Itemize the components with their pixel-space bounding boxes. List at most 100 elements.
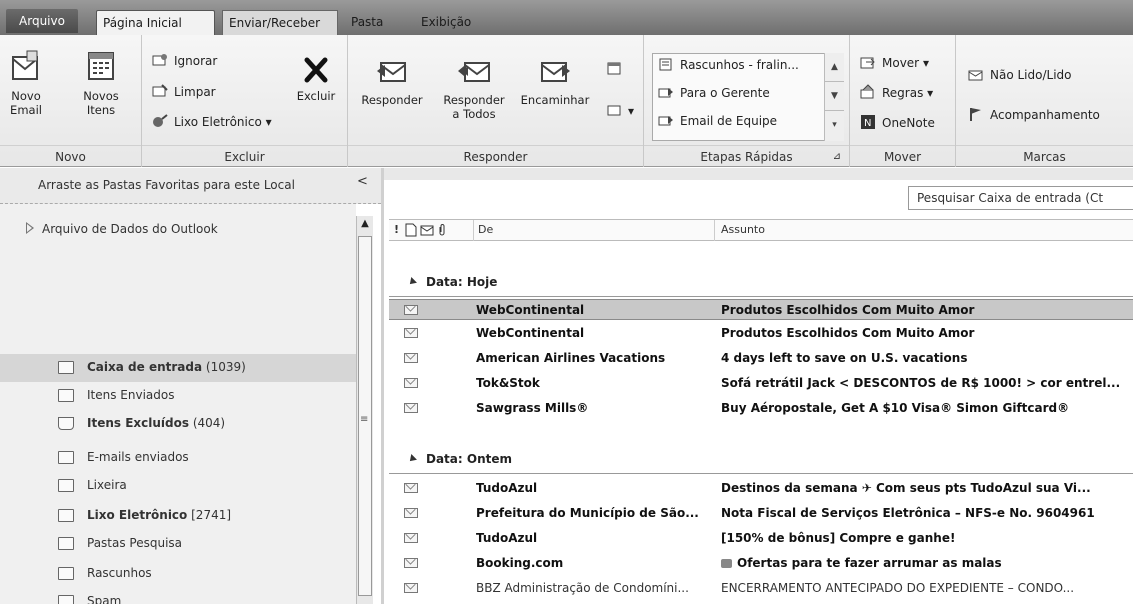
search-input[interactable]: Pesquisar Caixa de entrada (Ct xyxy=(908,186,1133,210)
folder-inbox-count: (1039) xyxy=(205,360,246,374)
message-row[interactable]: Tok&Stok Sofá retrátil Jack < DESCONTOS … xyxy=(389,373,1133,394)
quick-step-team-email[interactable]: Email de Equipe xyxy=(658,111,777,131)
quick-steps-scroll[interactable]: ▲ ▼ ▾ xyxy=(824,53,844,141)
group-divider xyxy=(389,296,1133,297)
junk-button[interactable]: Lixo Eletrônico ▾ xyxy=(152,112,272,132)
folder-deleted-items-label: Itens Excluídos (404) xyxy=(87,416,225,430)
more-respond-button[interactable]: ▾ xyxy=(606,101,634,121)
folder-inbox[interactable]: Caixa de entrada (1039) xyxy=(0,354,356,382)
from-column[interactable]: De xyxy=(478,223,493,236)
column-separator[interactable] xyxy=(714,220,715,241)
reply-all-label-1: Responder xyxy=(443,93,505,107)
folder-deleted-items-name: Itens Excluídos xyxy=(87,416,189,430)
group-title-today: Data: Hoje xyxy=(426,275,498,289)
quick-step-drafts[interactable]: Rascunhos - fralin... xyxy=(658,55,799,75)
folder-emails-sent[interactable]: E-mails enviados xyxy=(0,444,356,472)
collapse-group-icon[interactable] xyxy=(407,277,417,287)
folder-junk[interactable]: Lixo Eletrônico [2741] xyxy=(0,502,356,530)
quick-step-team-email-label: Email de Equipe xyxy=(680,114,778,128)
quick-steps-down-icon[interactable]: ▼ xyxy=(825,82,844,111)
followup-button[interactable]: Acompanhamento xyxy=(968,105,1100,125)
folder-spam[interactable]: Spam xyxy=(0,588,356,604)
subject-column[interactable]: Assunto xyxy=(721,223,765,236)
envelope-icon[interactable] xyxy=(420,223,434,237)
folder-trash[interactable]: Lixeira xyxy=(0,472,356,500)
rules-button[interactable]: Regras ▾ xyxy=(860,83,933,103)
reply-all-button[interactable]: Responder a Todos xyxy=(436,53,512,121)
clean-icon xyxy=(152,84,168,97)
folder-drafts[interactable]: Rascunhos xyxy=(0,560,356,588)
message-row[interactable]: Prefeitura do Município de São... Nota F… xyxy=(389,503,1133,524)
folder-icon xyxy=(58,595,74,604)
tab-arquivo[interactable]: Arquivo xyxy=(6,9,78,33)
expand-triangle-icon[interactable] xyxy=(26,222,34,234)
document-icon[interactable] xyxy=(405,223,417,237)
unread-read-button[interactable]: Não Lido/Lido xyxy=(968,65,1072,85)
favorites-bar[interactable]: Arraste as Pastas Favoritas para este Lo… xyxy=(0,168,381,204)
data-file-root[interactable]: Arquivo de Dados do Outlook xyxy=(26,222,218,236)
envelope-icon xyxy=(404,558,418,568)
tab-pasta[interactable]: Pasta xyxy=(345,10,389,35)
scroll-up-icon[interactable]: ▲ xyxy=(357,216,373,232)
new-items-button[interactable]: Novos Itens xyxy=(76,49,126,117)
message-row[interactable]: WebContinental Produtos Escolhidos Com M… xyxy=(389,299,1133,320)
group-label-marcas: Marcas xyxy=(956,145,1133,167)
quick-steps-up-icon[interactable]: ▲ xyxy=(825,53,844,82)
move-button[interactable]: Mover ▾ xyxy=(860,53,929,73)
folder-deleted-items[interactable]: Itens Excluídos (404) xyxy=(0,410,356,438)
envelope-icon xyxy=(404,403,418,413)
group-divider xyxy=(389,473,1133,474)
folder-search-folders[interactable]: Pastas Pesquisa xyxy=(0,530,356,558)
group-header-yesterday[interactable]: Data: Ontem xyxy=(407,452,512,466)
svg-text:N: N xyxy=(864,118,871,129)
delete-button[interactable]: Excluir xyxy=(290,55,342,103)
dialog-launcher-icon[interactable]: ⊿ xyxy=(833,146,841,168)
rules-icon xyxy=(860,84,874,99)
tab-pagina-inicial[interactable]: Página Inicial xyxy=(96,10,215,35)
reply-button[interactable]: Responder xyxy=(354,53,430,107)
folder-pane-scrollbar[interactable]: ▲ ≡ xyxy=(356,216,373,604)
message-row[interactable]: BBZ Administração de Condomíni... ENCERR… xyxy=(389,578,1133,599)
message-row[interactable]: WebContinental Produtos Escolhidos Com M… xyxy=(389,323,1133,344)
navigation-pane: Arraste as Pastas Favoritas para este Lo… xyxy=(0,168,381,604)
collapse-pane-icon[interactable]: < xyxy=(357,174,368,189)
importance-column[interactable]: ! xyxy=(394,223,399,236)
message-from: TudoAzul xyxy=(476,531,538,545)
group-title-yesterday: Data: Ontem xyxy=(426,452,512,466)
folder-sent-items[interactable]: Itens Enviados xyxy=(0,382,356,410)
envelope-icon xyxy=(404,483,418,493)
folder-tree: Arquivo de Dados do Outlook Caixa de ent… xyxy=(0,204,356,604)
quick-steps-more-icon[interactable]: ▾ xyxy=(825,111,844,140)
group-label-etapas-rapidas: Etapas Rápidas ⊿ xyxy=(644,145,849,167)
collapse-group-icon[interactable] xyxy=(407,454,417,464)
suitcase-icon xyxy=(721,559,732,568)
new-email-label-1: Novo xyxy=(11,89,41,103)
tab-enviar-receber[interactable]: Enviar/Receber xyxy=(222,10,338,35)
delete-x-icon xyxy=(304,57,328,83)
quick-step-to-manager[interactable]: Para o Gerente xyxy=(658,83,770,103)
folder-icon xyxy=(58,451,74,464)
column-header: ! De Assunto xyxy=(389,219,1133,241)
message-row[interactable]: American Airlines Vacations 4 days left … xyxy=(389,348,1133,369)
new-email-button[interactable]: Novo Email xyxy=(4,49,48,117)
message-subject: Sofá retrátil Jack < DESCONTOS de R$ 100… xyxy=(721,376,1121,390)
attachment-icon[interactable] xyxy=(437,223,447,237)
message-row[interactable]: Booking.com Ofertas para te fazer arruma… xyxy=(389,553,1133,574)
column-separator[interactable] xyxy=(473,220,474,241)
scroll-grip-icon: ≡ xyxy=(360,414,369,425)
message-subject: [150% de bônus] Compre e ganhe! xyxy=(721,531,956,545)
message-row[interactable]: Sawgrass Mills® Buy Aéropostale, Get A $… xyxy=(389,398,1133,419)
message-row[interactable]: TudoAzul [150% de bônus] Compre e ganhe! xyxy=(389,528,1133,549)
group-header-today[interactable]: Data: Hoje xyxy=(407,275,498,289)
folder-trash-name: Lixeira xyxy=(87,478,127,492)
folder-search-folders-label: Pastas Pesquisa xyxy=(87,536,182,550)
message-row[interactable]: TudoAzul Destinos da semana ✈ Com seus p… xyxy=(389,478,1133,499)
forward-button[interactable]: Encaminhar xyxy=(516,53,594,107)
folder-sent-items-name: Itens Enviados xyxy=(87,388,175,402)
ignore-button[interactable]: Ignorar xyxy=(152,51,217,71)
drafts-icon xyxy=(659,58,672,71)
meeting-button[interactable] xyxy=(606,59,628,79)
clean-button[interactable]: Limpar xyxy=(152,82,216,102)
onenote-button[interactable]: N OneNote xyxy=(860,113,935,133)
tab-exibicao[interactable]: Exibição xyxy=(415,10,477,35)
